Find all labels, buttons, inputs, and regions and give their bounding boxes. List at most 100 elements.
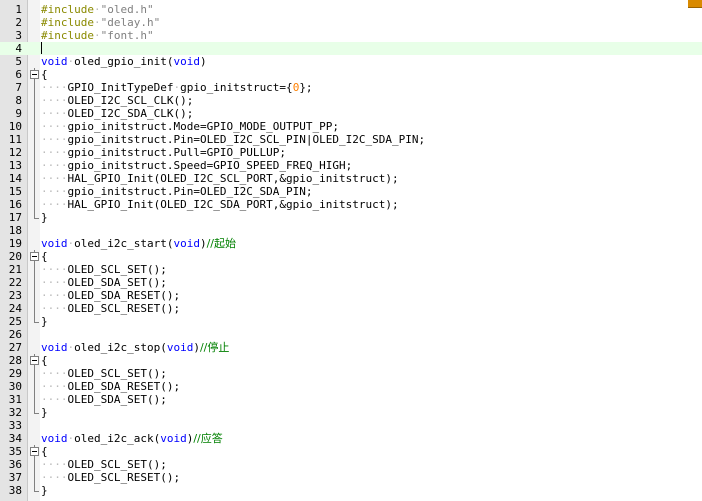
code-line[interactable]: 8 ····OLED_I2C_SCL_CLK(); <box>0 94 702 107</box>
fold-guide <box>30 146 39 159</box>
whitespace-marker: ···· <box>41 185 68 198</box>
fold-end-marker <box>30 211 39 224</box>
code-text[interactable]: ····OLED_SDA_SET(); <box>41 393 167 406</box>
code-text[interactable]: ····HAL_GPIO_Init(OLED_I2C_SCL_PORT,&gpi… <box>41 172 399 185</box>
code-line[interactable]: 18 <box>0 224 702 237</box>
code-text[interactable]: ····OLED_SDA_RESET(); <box>41 289 180 302</box>
code-text[interactable]: { <box>41 68 48 81</box>
code-editor[interactable]: 1 #include·"oled.h" 2 #include·"delay.h" 3 #i… <box>0 0 702 501</box>
code-text[interactable]: ····OLED_SDA_RESET(); <box>41 380 180 393</box>
code-token: oled_gpio_init( <box>74 55 174 68</box>
line-number: 20 <box>8 250 22 263</box>
code-text[interactable]: ····OLED_I2C_SCL_CLK(); <box>41 94 193 107</box>
code-line[interactable]: 34 void·oled_i2c_ack(void)//应答 <box>0 432 702 445</box>
code-text[interactable]: ····GPIO_InitTypeDef·gpio_initstruct={0}… <box>41 81 313 94</box>
code-line[interactable]: 24 ····OLED_SCL_RESET(); <box>0 302 702 315</box>
fold-toggle-icon[interactable] <box>30 354 39 367</box>
code-line[interactable]: 35 { <box>0 445 702 458</box>
code-text[interactable]: ····gpio_initstruct.Pin=OLED_I2C_SCL_PIN… <box>41 133 425 146</box>
code-line[interactable]: 27 void·oled_i2c_stop(void)//停止 <box>0 341 702 354</box>
code-text[interactable]: ····gpio_initstruct.Mode=GPIO_MODE_OUTPU… <box>41 120 339 133</box>
line-number: 10 <box>8 120 22 133</box>
line-number: 27 <box>8 341 22 354</box>
whitespace-marker: ···· <box>41 107 68 120</box>
code-line[interactable]: 17} <box>0 211 702 224</box>
line-number: 30 <box>8 380 22 393</box>
code-line[interactable]: 36 ····OLED_SCL_SET(); <box>0 458 702 471</box>
code-text[interactable]: ····gpio_initstruct.Speed=GPIO_SPEED_FRE… <box>41 159 352 172</box>
code-line[interactable]: 22 ····OLED_SDA_SET(); <box>0 276 702 289</box>
code-text[interactable]: ····gpio_initstruct.Pull=GPIO_PULLUP; <box>41 146 286 159</box>
code-line[interactable]: 37 ····OLED_SCL_RESET(); <box>0 471 702 484</box>
code-text[interactable]: #include·"delay.h" <box>41 16 160 29</box>
code-text[interactable]: } <box>41 406 48 419</box>
code-token: ) <box>199 237 207 250</box>
code-line[interactable]: 13 ····gpio_initstruct.Speed=GPIO_SPEED_F… <box>0 159 702 172</box>
code-text[interactable]: void·oled_i2c_stop(void)//停止 <box>41 341 229 354</box>
code-text[interactable]: { <box>41 445 48 458</box>
fold-toggle-icon[interactable] <box>30 445 39 458</box>
line-number: 18 <box>8 224 22 237</box>
line-number: 22 <box>8 276 22 289</box>
code-text[interactable]: ····OLED_I2C_SDA_CLK(); <box>41 107 193 120</box>
code-text[interactable]: ····OLED_SDA_SET(); <box>41 276 167 289</box>
code-line[interactable]: 11 ····gpio_initstruct.Pin=OLED_I2C_SCL_P… <box>0 133 702 146</box>
code-line[interactable]: 12 ····gpio_initstruct.Pull=GPIO_PULLUP; <box>0 146 702 159</box>
whitespace-marker: ···· <box>41 263 68 276</box>
code-text[interactable]: ····OLED_SCL_SET(); <box>41 367 167 380</box>
fold-toggle-icon[interactable] <box>30 250 39 263</box>
code-text[interactable]: #include·"oled.h" <box>41 3 154 16</box>
comment: //起始 <box>206 237 237 250</box>
code-line[interactable]: 15 ····gpio_initstruct.Pin=OLED_I2C_SDA_P… <box>0 185 702 198</box>
code-line[interactable]: 33 <box>0 419 702 432</box>
code-line[interactable]: 26 <box>0 328 702 341</box>
code-line[interactable]: 21 ····OLED_SCL_SET(); <box>0 263 702 276</box>
code-line[interactable]: 32} <box>0 406 702 419</box>
code-text[interactable]: void·oled_i2c_ack(void)//应答 <box>41 432 223 445</box>
code-text[interactable]: ····OLED_SCL_SET(); <box>41 458 167 471</box>
line-number: 24 <box>8 302 22 315</box>
fold-toggle-icon[interactable] <box>30 68 39 81</box>
code-line[interactable]: 16 ····HAL_GPIO_Init(OLED_I2C_SDA_PORT,&g… <box>0 198 702 211</box>
code-text[interactable]: { <box>41 250 48 263</box>
code-line[interactable]: 28 { <box>0 354 702 367</box>
code-text[interactable]: } <box>41 484 48 497</box>
code-text[interactable]: #include·"font.h" <box>41 29 154 42</box>
code-token: gpio_initstruct.Pull=GPIO_PULLUP; <box>67 146 287 159</box>
code-text[interactable] <box>41 42 42 55</box>
code-line[interactable]: 20 { <box>0 250 702 263</box>
code-line[interactable]: 6{ <box>0 68 702 81</box>
code-line[interactable]: 7 ····GPIO_InitTypeDef·gpio_initstruct={0… <box>0 81 702 94</box>
code-text[interactable]: { <box>41 354 48 367</box>
code-token: }; <box>299 81 313 94</box>
code-text[interactable]: ····OLED_SCL_RESET(); <box>41 471 180 484</box>
code-text[interactable]: ····HAL_GPIO_Init(OLED_I2C_SDA_PORT,&gpi… <box>41 198 399 211</box>
line-number: 38 <box>8 484 22 497</box>
code-text[interactable]: } <box>41 211 48 224</box>
code-text[interactable]: void·oled_gpio_init(void) <box>41 55 207 68</box>
code-text[interactable]: ····OLED_SCL_SET(); <box>41 263 167 276</box>
code-line[interactable]: 30 ····OLED_SDA_RESET(); <box>0 380 702 393</box>
code-line[interactable]: 14 ····HAL_GPIO_Init(OLED_I2C_SCL_PORT,&g… <box>0 172 702 185</box>
code-line[interactable]: 38} <box>0 484 702 497</box>
code-line[interactable]: 31 ····OLED_SDA_SET(); <box>0 393 702 406</box>
code-line[interactable]: 5 void·oled_gpio_init(void) <box>0 55 702 68</box>
code-line[interactable]: 25} <box>0 315 702 328</box>
code-token: { <box>41 354 48 367</box>
code-text[interactable]: } <box>41 315 48 328</box>
code-line[interactable]: 2 #include·"delay.h" <box>0 16 702 29</box>
code-line[interactable]: 10 ····gpio_initstruct.Mode=GPIO_MODE_OUT… <box>0 120 702 133</box>
code-line[interactable]: 9 ····OLED_I2C_SDA_CLK(); <box>0 107 702 120</box>
code-line[interactable]: 29 ····OLED_SCL_SET(); <box>0 367 702 380</box>
code-line[interactable]: 1 #include·"oled.h" <box>0 3 702 16</box>
code-line[interactable]: 3 #include·"font.h" <box>0 29 702 42</box>
code-lines[interactable]: 1 #include·"oled.h" 2 #include·"delay.h" 3 #i… <box>0 3 702 497</box>
code-text[interactable]: ····OLED_SCL_RESET(); <box>41 302 180 315</box>
code-text[interactable]: void·oled_i2c_start(void)//起始 <box>41 237 236 250</box>
fold-end-marker <box>30 406 39 419</box>
code-line[interactable]: 23 ····OLED_SDA_RESET(); <box>0 289 702 302</box>
code-text[interactable]: ····gpio_initstruct.Pin=OLED_I2C_SDA_PIN… <box>41 185 313 198</box>
code-token: } <box>41 315 48 328</box>
code-line[interactable]: 4 <box>0 42 702 55</box>
code-line[interactable]: 19 void·oled_i2c_start(void)//起始 <box>0 237 702 250</box>
